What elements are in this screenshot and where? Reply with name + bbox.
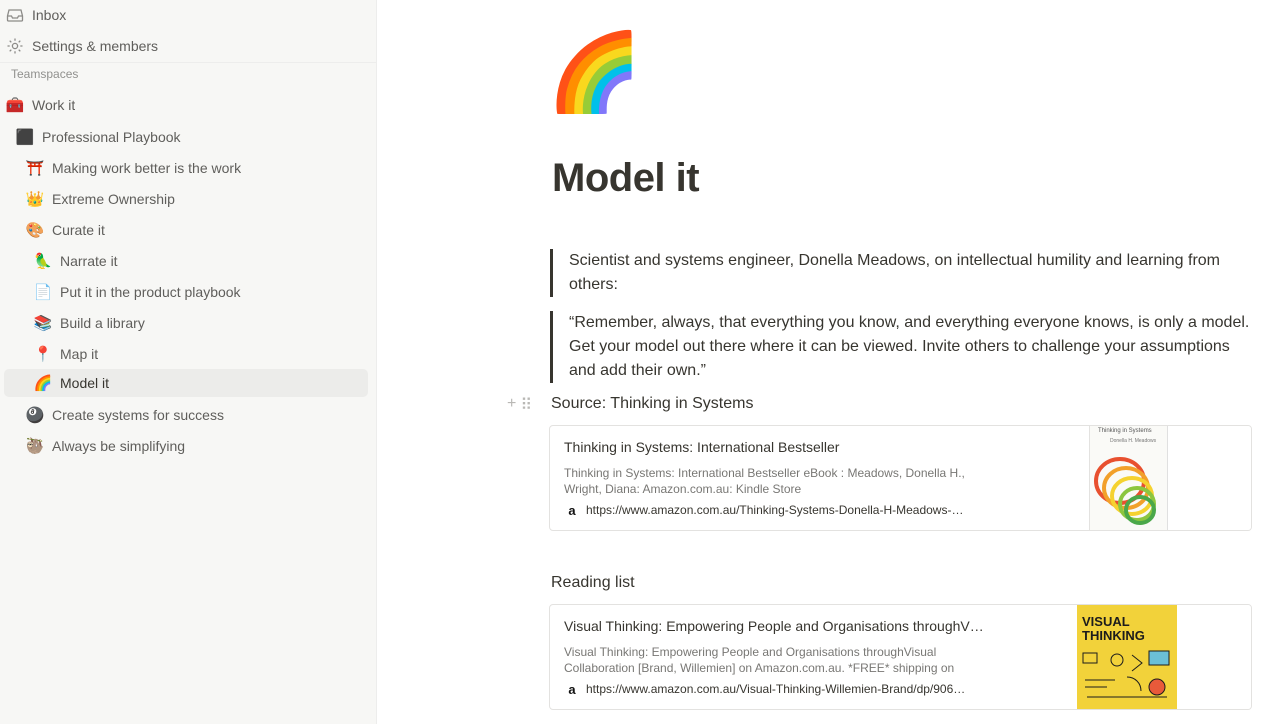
sidebar-item-label: Inbox xyxy=(32,7,67,23)
eight-ball-icon: 🎱 xyxy=(25,407,45,424)
sidebar-item-narrate-it[interactable]: 🦜 Narrate it xyxy=(4,247,368,275)
toolbox-icon: 🧰 xyxy=(5,97,25,114)
palette-icon: 🎨 xyxy=(25,222,45,239)
sidebar-item-label: Settings & members xyxy=(32,38,159,54)
teamspaces-section-label: Teamspaces xyxy=(11,67,79,81)
sidebar-item-label: Making work better is the work xyxy=(52,160,242,176)
quote-block-intro[interactable]: Scientist and systems engineer, Donella … xyxy=(550,249,1255,297)
sidebar-item-label: Work it xyxy=(32,97,76,113)
add-block-icon[interactable]: + xyxy=(507,395,516,415)
amazon-icon: a xyxy=(568,681,576,697)
bookmark-thumbnail: Thinking in Systems Donella H. Meadows xyxy=(1089,426,1251,530)
bookmark-thumbnail: VISUAL THINKING xyxy=(1077,605,1251,709)
block-handle[interactable]: + ⠿ xyxy=(507,395,532,415)
bookmark-description: Thinking in Systems: International Bests… xyxy=(564,466,965,496)
torii-icon: ⛩️ xyxy=(25,160,45,177)
bookmark-thinking-in-systems[interactable]: Thinking in Systems: International Bests… xyxy=(549,425,1252,531)
black-box-icon: ⬛ xyxy=(15,129,35,146)
sidebar-item-label: Map it xyxy=(60,346,99,362)
sidebar-item-work-it[interactable]: 🧰 Work it xyxy=(4,91,368,119)
sidebar-item-professional-playbook[interactable]: ⬛ Professional Playbook xyxy=(4,123,368,151)
amazon-icon: a xyxy=(568,502,576,518)
sidebar-item-label: Model it xyxy=(60,375,110,391)
bookmark-url: https://www.amazon.com.au/Visual-Thinkin… xyxy=(586,682,966,696)
sidebar-item-label: Extreme Ownership xyxy=(52,191,175,207)
sidebar-item-label: Professional Playbook xyxy=(42,129,181,145)
sidebar-item-model-it[interactable]: 🌈 Model it xyxy=(4,369,368,397)
inbox-icon xyxy=(4,4,26,26)
bookmark-description: Visual Thinking: Empowering People and O… xyxy=(564,645,955,675)
sidebar-item-label: Build a library xyxy=(60,315,145,331)
page-icon: 📄 xyxy=(33,284,53,301)
slinky-illustration xyxy=(1094,457,1156,525)
rainbow-page-icon[interactable]: 🌈 xyxy=(547,28,642,118)
parrot-icon: 🦜 xyxy=(33,253,53,270)
sidebar-item-label: Curate it xyxy=(52,222,105,238)
sidebar-item-product-playbook[interactable]: 📄 Put it in the product playbook xyxy=(4,278,368,306)
crown-icon: 👑 xyxy=(25,191,45,208)
sidebar-item-build-a-library[interactable]: 📚 Build a library xyxy=(4,309,368,337)
rainbow-icon: 🌈 xyxy=(33,375,53,392)
drag-handle-icon[interactable]: ⠿ xyxy=(520,395,532,415)
sidebar-item-label: Create systems for success xyxy=(52,407,224,423)
sidebar-item-settings[interactable]: Settings & members xyxy=(4,32,368,60)
quote-block-meadows[interactable]: “Remember, always, that everything you k… xyxy=(550,311,1255,383)
sidebar-item-inbox[interactable]: Inbox xyxy=(4,1,368,29)
page-title[interactable]: Model it xyxy=(552,156,700,201)
sidebar-item-always-be-simplifying[interactable]: 🦥 Always be simplifying xyxy=(4,432,368,460)
gear-icon xyxy=(4,35,26,57)
page-content: 🌈 Model it Scientist and systems enginee… xyxy=(377,0,1279,724)
bookmark-url: https://www.amazon.com.au/Thinking-Syste… xyxy=(586,503,964,517)
sidebar-item-label: Always be simplifying xyxy=(52,438,186,454)
sidebar-item-create-systems[interactable]: 🎱 Create systems for success xyxy=(4,401,368,429)
book-cover-image: Thinking in Systems Donella H. Meadows xyxy=(1090,426,1168,530)
sidebar-item-making-work-better[interactable]: ⛩️ Making work better is the work xyxy=(4,154,368,182)
sidebar-item-label: Narrate it xyxy=(60,253,118,269)
bookmark-url-row: a https://www.amazon.com.au/Thinking-Sys… xyxy=(564,502,1075,518)
pin-icon: 📍 xyxy=(33,346,53,363)
sidebar-item-extreme-ownership[interactable]: 👑 Extreme Ownership xyxy=(4,185,368,213)
bookmark-content: Visual Thinking: Empowering People and O… xyxy=(550,605,1077,709)
sloth-icon: 🦥 xyxy=(25,438,45,455)
sidebar-item-label: Put it in the product playbook xyxy=(60,284,241,300)
sidebar-divider xyxy=(0,62,376,63)
bookmark-title: Thinking in Systems: International Bests… xyxy=(564,439,840,455)
book-cover-title: VISUAL THINKING xyxy=(1082,614,1145,643)
sidebar-item-curate-it[interactable]: 🎨 Curate it xyxy=(4,216,368,244)
sidebar: Inbox Settings & members Teamspaces 🧰 Wo… xyxy=(0,0,377,724)
bookmark-url-row: a https://www.amazon.com.au/Visual-Think… xyxy=(564,681,1063,697)
bookmark-visual-thinking[interactable]: Visual Thinking: Empowering People and O… xyxy=(549,604,1252,710)
reading-list-heading[interactable]: Reading list xyxy=(551,574,635,592)
books-icon: 📚 xyxy=(33,315,53,332)
source-text[interactable]: Source: Thinking in Systems xyxy=(551,395,753,413)
bookmark-title: Visual Thinking: Empowering People and O… xyxy=(564,618,984,634)
book-cover-image: VISUAL THINKING xyxy=(1077,605,1177,709)
sidebar-item-map-it[interactable]: 📍 Map it xyxy=(4,340,368,368)
bookmark-content: Thinking in Systems: International Bests… xyxy=(550,426,1089,530)
